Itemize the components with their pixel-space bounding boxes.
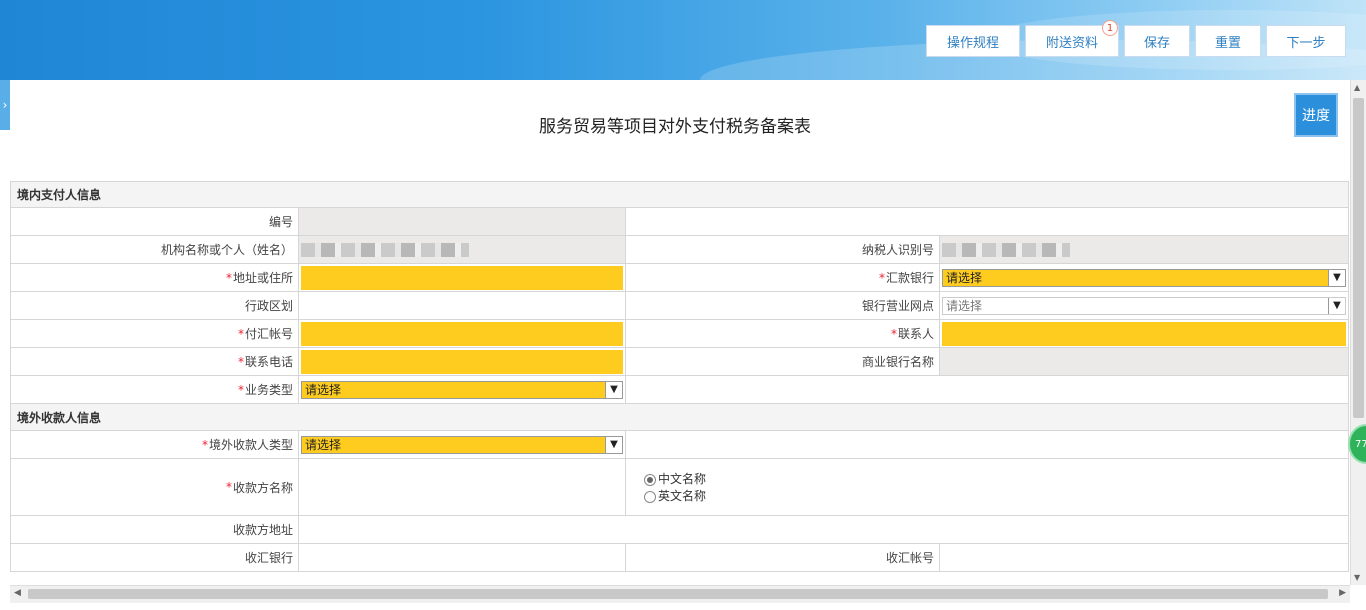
radio-empty-icon — [644, 490, 656, 503]
field-label: 收汇银行 — [11, 544, 299, 571]
next-step-button[interactable]: 下一步 — [1266, 25, 1346, 57]
field-label: 编号 — [11, 208, 299, 235]
button-label: 操作规程 — [946, 35, 999, 51]
field-label: * 境外收款人类型 — [11, 431, 299, 458]
address-cell — [299, 264, 626, 291]
payee-type-cell: 请选择 ▼ — [299, 431, 626, 458]
field-label: 纳税人识别号 — [626, 236, 940, 263]
phone-input[interactable] — [301, 349, 623, 374]
form-row: * 收款方名称 中文名称 英文名称 — [10, 459, 1349, 516]
field-label: 银行营业网点 — [626, 292, 940, 319]
field-label: * 收款方名称 — [11, 459, 299, 515]
filing-form: 境内支付人信息 编号 机构名称或个人（姓名） 纳税人识别号 * 地址或住所 * 汇款… — [10, 181, 1349, 572]
button-label: 下一步 — [1286, 35, 1326, 51]
branch-cell: 请选择 ▼ — [940, 292, 1348, 319]
form-row: 编号 — [10, 208, 1349, 236]
button-label: 重置 — [1214, 35, 1241, 51]
name-language-radio-group: 中文名称 英文名称 — [626, 470, 706, 504]
button-label: 保存 — [1143, 35, 1170, 51]
progress-button[interactable]: 进度 — [1294, 93, 1338, 137]
pay-account-cell — [299, 320, 626, 347]
field-label: * 地址或住所 — [11, 264, 299, 291]
scrollbar-thumb[interactable] — [1353, 98, 1364, 418]
form-row: * 地址或住所 * 汇款银行 请选择 ▼ — [10, 264, 1349, 292]
field-label: 机构名称或个人（姓名） — [11, 236, 299, 263]
form-row: 机构名称或个人（姓名） 纳税人识别号 — [10, 236, 1349, 264]
remit-bank-cell: 请选择 ▼ — [940, 264, 1348, 291]
form-row: * 业务类型 请选择 ▼ — [10, 376, 1349, 404]
section-title: 境外收款人信息 — [17, 410, 102, 425]
page-title: 服务贸易等项目对外支付税务备案表 — [539, 117, 811, 137]
field-label: 收款方地址 — [11, 516, 299, 543]
payee-name-field — [299, 459, 626, 515]
admin-region-field — [299, 292, 626, 319]
operation-rules-button[interactable]: 操作规程 — [926, 25, 1020, 57]
commercial-bank-field — [940, 348, 1348, 375]
contact-input[interactable] — [942, 321, 1346, 346]
chevron-down-icon: ▼ — [1328, 269, 1345, 286]
biz-type-cell: 请选择 ▼ — [299, 376, 626, 403]
bank-branch-select[interactable]: 请选择 ▼ — [942, 296, 1346, 315]
redacted-text — [942, 242, 1070, 257]
field-label: 行政区划 — [11, 292, 299, 319]
form-row: 行政区划 银行营业网点 请选择 ▼ — [10, 292, 1349, 320]
form-row: 收款方地址 — [10, 516, 1349, 544]
scroll-down-icon[interactable]: ▼ — [1354, 573, 1360, 582]
chevron-down-icon: ▼ — [605, 436, 622, 453]
business-type-select[interactable]: 请选择 ▼ — [301, 380, 623, 399]
recv-bank-field[interactable] — [299, 544, 626, 571]
chevron-down-icon: ▼ — [605, 381, 622, 398]
radio-english-name[interactable]: 英文名称 — [644, 487, 706, 504]
chevron-down-icon: ▼ — [1328, 297, 1345, 314]
field-label: * 业务类型 — [11, 376, 299, 403]
address-input[interactable] — [301, 265, 623, 290]
field-label: 收汇帐号 — [626, 544, 940, 571]
form-row: * 境外收款人类型 请选择 ▼ — [10, 431, 1349, 459]
phone-cell — [299, 348, 626, 375]
field-label: 商业银行名称 — [626, 348, 940, 375]
empty-cell — [626, 208, 1348, 235]
field-label: * 联系电话 — [11, 348, 299, 375]
redacted-text — [301, 242, 469, 257]
chevron-right-icon: › — [2, 98, 8, 112]
field-label: * 联系人 — [626, 320, 940, 347]
form-row: * 联系电话 商业银行名称 — [10, 348, 1349, 376]
horizontal-scrollbar[interactable]: ◀ ▶ — [10, 585, 1350, 603]
scroll-up-icon[interactable]: ▲ — [1354, 83, 1360, 92]
field-label: * 付汇帐号 — [11, 320, 299, 347]
attach-materials-button[interactable]: 附送资料 1 — [1025, 20, 1119, 57]
section-header-domestic-payer: 境内支付人信息 — [10, 181, 1349, 208]
attach-count-badge: 1 — [1102, 20, 1118, 36]
remit-bank-select[interactable]: 请选择 ▼ — [942, 268, 1346, 287]
radio-chinese-name[interactable]: 中文名称 — [644, 470, 706, 487]
number-field — [299, 208, 626, 235]
scroll-right-icon[interactable]: ▶ — [1339, 588, 1346, 598]
org-name-field — [299, 236, 626, 263]
reset-button[interactable]: 重置 — [1195, 25, 1261, 57]
section-title: 境内支付人信息 — [17, 188, 102, 202]
save-button[interactable]: 保存 — [1124, 25, 1190, 57]
scrollbar-thumb[interactable] — [28, 589, 1328, 599]
taxpayer-id-field — [940, 236, 1348, 263]
vertical-scrollbar[interactable]: ▲ ▼ — [1350, 80, 1366, 585]
scroll-left-icon[interactable]: ◀ — [14, 588, 21, 598]
recv-account-field[interactable] — [940, 544, 1348, 571]
empty-cell — [626, 376, 1348, 403]
name-language-cell: 中文名称 英文名称 — [626, 459, 1348, 515]
button-label: 附送资料 — [1045, 35, 1098, 51]
payee-address-field[interactable] — [299, 516, 1348, 543]
section-header-foreign-payee: 境外收款人信息 — [10, 404, 1349, 431]
form-row: * 付汇帐号 * 联系人 — [10, 320, 1349, 348]
pay-account-input[interactable] — [301, 321, 623, 346]
contact-cell — [940, 320, 1348, 347]
form-row: 收汇银行 收汇帐号 — [10, 544, 1349, 572]
payee-type-select[interactable]: 请选择 ▼ — [301, 435, 623, 454]
field-label: * 汇款银行 — [626, 264, 940, 291]
radio-selected-icon — [644, 473, 656, 486]
empty-cell — [626, 431, 1348, 458]
